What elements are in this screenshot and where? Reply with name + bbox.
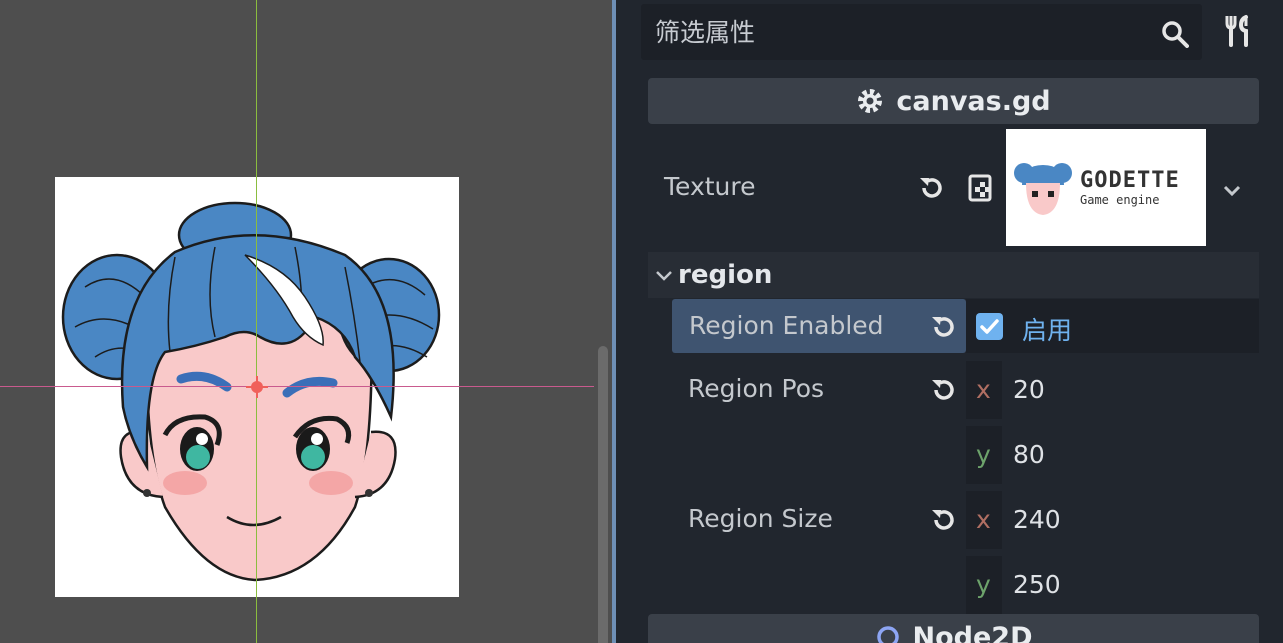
region-pos-x-axis: x	[966, 361, 1002, 419]
region-size-y-axis: y	[966, 556, 1002, 614]
inspector-panel: canvas.gd Texture GODETTE	[638, 0, 1283, 643]
checkmark-icon	[980, 319, 999, 334]
axis-x-label: x	[976, 505, 991, 534]
region-section-title: region	[678, 260, 773, 290]
texture-label: Texture	[664, 172, 756, 201]
revert-icon[interactable]	[930, 506, 958, 534]
gear-icon	[858, 89, 883, 113]
region-size-y-field[interactable]: 250	[1002, 556, 1259, 614]
texture-preview[interactable]: GODETTE Game engine	[1006, 129, 1206, 246]
logo-title: GODETTE	[1080, 168, 1180, 193]
axis-x-label: x	[976, 375, 991, 404]
chevron-down-icon[interactable]	[1222, 180, 1242, 200]
region-size-x-field[interactable]: 240	[1002, 491, 1259, 549]
region-pos-x-field[interactable]: 20	[1002, 361, 1259, 419]
region-enabled-text: 启用	[1022, 316, 1073, 345]
vertical-guide-line	[256, 0, 257, 643]
script-title: canvas.gd	[896, 85, 1051, 117]
search-icon[interactable]	[1161, 20, 1189, 48]
viewport-scrollbar-thumb[interactable]	[598, 346, 608, 643]
region-size-x-value: 240	[1013, 505, 1061, 534]
revert-icon[interactable]	[918, 174, 946, 202]
region-size-x-axis: x	[966, 491, 1002, 549]
region-enabled-row[interactable]: Region Enabled	[672, 299, 966, 353]
region-enabled-value[interactable]: 启用	[966, 299, 1259, 353]
region-pos-y-value: 80	[1013, 440, 1045, 469]
axis-y-label: y	[976, 570, 991, 599]
region-pos-label: Region Pos	[688, 374, 825, 403]
filter-properties-input[interactable]	[655, 14, 1135, 50]
chevron-down-icon	[656, 271, 672, 281]
godette-logo-icon	[1014, 162, 1072, 215]
node2d-section-title: Node2D	[912, 622, 1033, 643]
godette-logo-text: GODETTE Game engine	[1080, 168, 1180, 207]
region-section-header[interactable]: region	[648, 252, 1259, 298]
region-size-y-value: 250	[1013, 570, 1061, 599]
logo-subtitle: Game engine	[1080, 193, 1160, 207]
horizontal-guide-line	[0, 386, 594, 387]
region-pos-y-field[interactable]: 80	[1002, 426, 1259, 484]
region-pos-x-value: 20	[1013, 375, 1045, 404]
tools-icon[interactable]	[1224, 14, 1254, 48]
panel-gutter	[616, 0, 638, 643]
region-enabled-checkbox[interactable]	[976, 313, 1003, 340]
axis-y-label: y	[976, 440, 991, 469]
filter-properties-box	[641, 4, 1202, 60]
godot-editor: canvas.gd Texture GODETTE	[0, 0, 1283, 643]
canvas-viewport[interactable]	[0, 0, 612, 643]
region-enabled-label: Region Enabled	[689, 311, 884, 340]
region-size-label: Region Size	[688, 504, 833, 533]
texture-file-icon[interactable]	[968, 174, 996, 202]
pivot-icon[interactable]	[246, 376, 268, 398]
node2d-section-header[interactable]: Node2D	[648, 614, 1259, 643]
region-pos-y-axis: y	[966, 426, 1002, 484]
node2d-icon	[876, 626, 899, 643]
revert-icon[interactable]	[930, 313, 958, 341]
revert-icon[interactable]	[930, 376, 958, 404]
script-section-header[interactable]: canvas.gd	[648, 78, 1259, 124]
